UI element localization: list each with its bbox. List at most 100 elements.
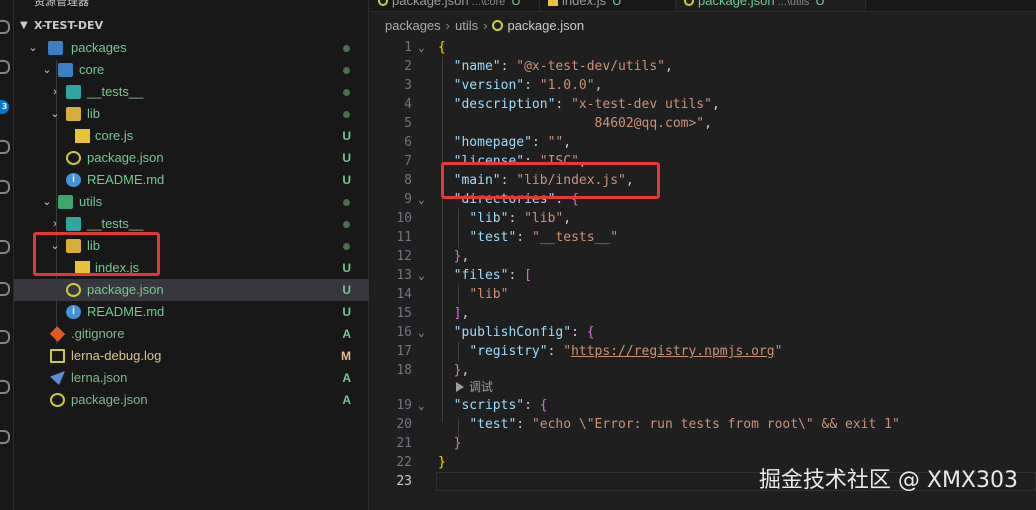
folder-lib-icon [66, 107, 81, 121]
status-badge: A [342, 327, 351, 341]
status-badge: A [342, 371, 351, 385]
tab-status: U [511, 0, 521, 8]
tree-file-gitignore[interactable]: .gitignore A [14, 323, 369, 345]
activity-bar: 3 [0, 0, 14, 510]
status-dot [343, 45, 350, 52]
workspace-name: X-TEST-DEV [34, 19, 104, 32]
chevron-down-icon: ▼ [20, 20, 28, 31]
code-line: 10 "lib": "lib", [370, 209, 1036, 228]
fold-chevron-icon[interactable]: ⌄ [418, 266, 425, 285]
annotation-highlight-box [441, 162, 660, 199]
tree-label: package.json [87, 282, 164, 297]
json-value: "echo \"Error: run tests from root\" && … [531, 417, 900, 432]
breadcrumb-item[interactable]: utils [455, 18, 478, 33]
line-number: 16 [396, 325, 412, 340]
folder-packages-icon [48, 41, 63, 55]
status-dot [343, 221, 350, 228]
status-dot [343, 89, 350, 96]
tree-label: README.md [87, 172, 165, 187]
breadcrumb-item[interactable]: packages [385, 18, 441, 33]
tree-folder-packages[interactable]: ⌄ packages [14, 37, 369, 59]
json-file-icon [50, 393, 65, 407]
json-value: "__tests__" [531, 230, 619, 245]
tree-label: utils [79, 194, 103, 209]
json-value: "@x-test-dev/utils" [516, 59, 665, 74]
fold-chevron-icon[interactable]: ⌄ [418, 396, 425, 415]
line-number: 9 [404, 192, 412, 207]
tree-label: package.json [87, 150, 164, 165]
info-icon: i [66, 305, 81, 319]
code-line: 18 }, [370, 361, 1036, 380]
remote-icon[interactable] [0, 240, 10, 254]
fold-chevron-icon[interactable]: ⌄ [418, 323, 425, 342]
tree-file-readme[interactable]: i README.md U [14, 169, 369, 191]
source-control-badge[interactable]: 3 [0, 100, 9, 114]
tree-file-core-js[interactable]: core.js U [14, 125, 369, 147]
brace: { [539, 398, 548, 413]
code-line: 14 "lib" [370, 285, 1036, 304]
chevron-right-icon: › [483, 18, 488, 33]
json-key: "description" [453, 97, 556, 112]
code-line: 19 ⌄ "scripts": { [370, 396, 1036, 415]
json-value: "" [547, 135, 564, 150]
extensions-icon[interactable] [0, 180, 10, 194]
tree-folder-utils[interactable]: ⌄ utils [14, 191, 369, 213]
fold-chevron-icon[interactable]: ⌄ [418, 190, 425, 209]
explorer-icon[interactable] [0, 20, 10, 34]
line-number: 23 [396, 474, 412, 489]
tree-file-lerna-debug-log[interactable]: lerna-debug.log M [14, 345, 369, 367]
tree-file-package-json[interactable]: package.json U [14, 147, 369, 169]
chevron-down-icon: ⌄ [42, 64, 52, 76]
tab-core-package-json[interactable]: package.json ...\core U [370, 0, 540, 11]
tree-folder-lib[interactable]: ⌄ lib [14, 103, 369, 125]
brace: { [586, 325, 595, 340]
status-dot [343, 67, 350, 74]
tree-folder-core[interactable]: ⌄ core [14, 59, 369, 81]
workspace-section-header[interactable]: ▼ X-TEST-DEV [14, 16, 368, 36]
search-icon[interactable] [0, 60, 10, 74]
tab-bar: package.json ...\core U index.js U package.… [370, 0, 1036, 12]
run-debug-icon[interactable] [0, 140, 10, 154]
json-value: "1.0.0" [539, 78, 595, 93]
json-file-icon [378, 0, 388, 6]
status-dot [343, 243, 350, 250]
code-line: 17 "registry": "https://registry.npmjs.o… [370, 342, 1036, 361]
tab-index-js[interactable]: index.js U [540, 0, 676, 11]
tree-file-package-json-selected[interactable]: package.json U [14, 279, 369, 301]
tab-path: ...\utils [777, 0, 810, 8]
status-dot [343, 111, 350, 118]
tree-file-readme[interactable]: i README.md U [14, 301, 369, 323]
status-badge: A [342, 393, 351, 407]
fold-chevron-icon[interactable]: ⌄ [418, 38, 425, 57]
tab-utils-package-json[interactable]: package.json ...\utils U [676, 0, 866, 11]
line-number: 18 [396, 363, 412, 378]
breadcrumb-item[interactable]: package.json [507, 18, 584, 33]
tree-label: README.md [87, 304, 165, 319]
code-line: 2 "name": "@x-test-dev/utils", [370, 57, 1036, 76]
registry-link[interactable]: https://registry.npmjs.org [571, 344, 775, 359]
line-number: 1 [404, 40, 412, 55]
json-key: "lib" [469, 211, 509, 226]
line-number: 5 [404, 116, 412, 131]
line-number: 13 [396, 268, 412, 283]
tree-file-lerna-json[interactable]: lerna.json A [14, 367, 369, 389]
chevron-down-icon: ⌄ [42, 196, 52, 208]
json-key: "version" [453, 78, 525, 93]
tree-file-package-json-root[interactable]: package.json A [14, 389, 369, 411]
tree-folder-tests[interactable]: › __tests__ [14, 81, 369, 103]
chevron-right-icon: › [445, 18, 450, 33]
settings-icon[interactable] [0, 430, 10, 444]
line-number: 14 [396, 287, 412, 302]
docker-icon[interactable] [0, 330, 10, 344]
account-icon[interactable] [0, 380, 10, 394]
debug-codelens[interactable]: 调试 [456, 380, 493, 395]
tab-status: U [815, 0, 825, 8]
brace: { [438, 40, 446, 55]
folder-tests-icon [66, 85, 81, 99]
json-file-icon [684, 0, 694, 6]
tree-label: core.js [95, 128, 134, 143]
tree-label: __tests__ [87, 84, 144, 99]
code-line: 11 "test": "__tests__" [370, 228, 1036, 247]
status-badge: U [342, 129, 351, 143]
testing-icon[interactable] [0, 282, 10, 296]
